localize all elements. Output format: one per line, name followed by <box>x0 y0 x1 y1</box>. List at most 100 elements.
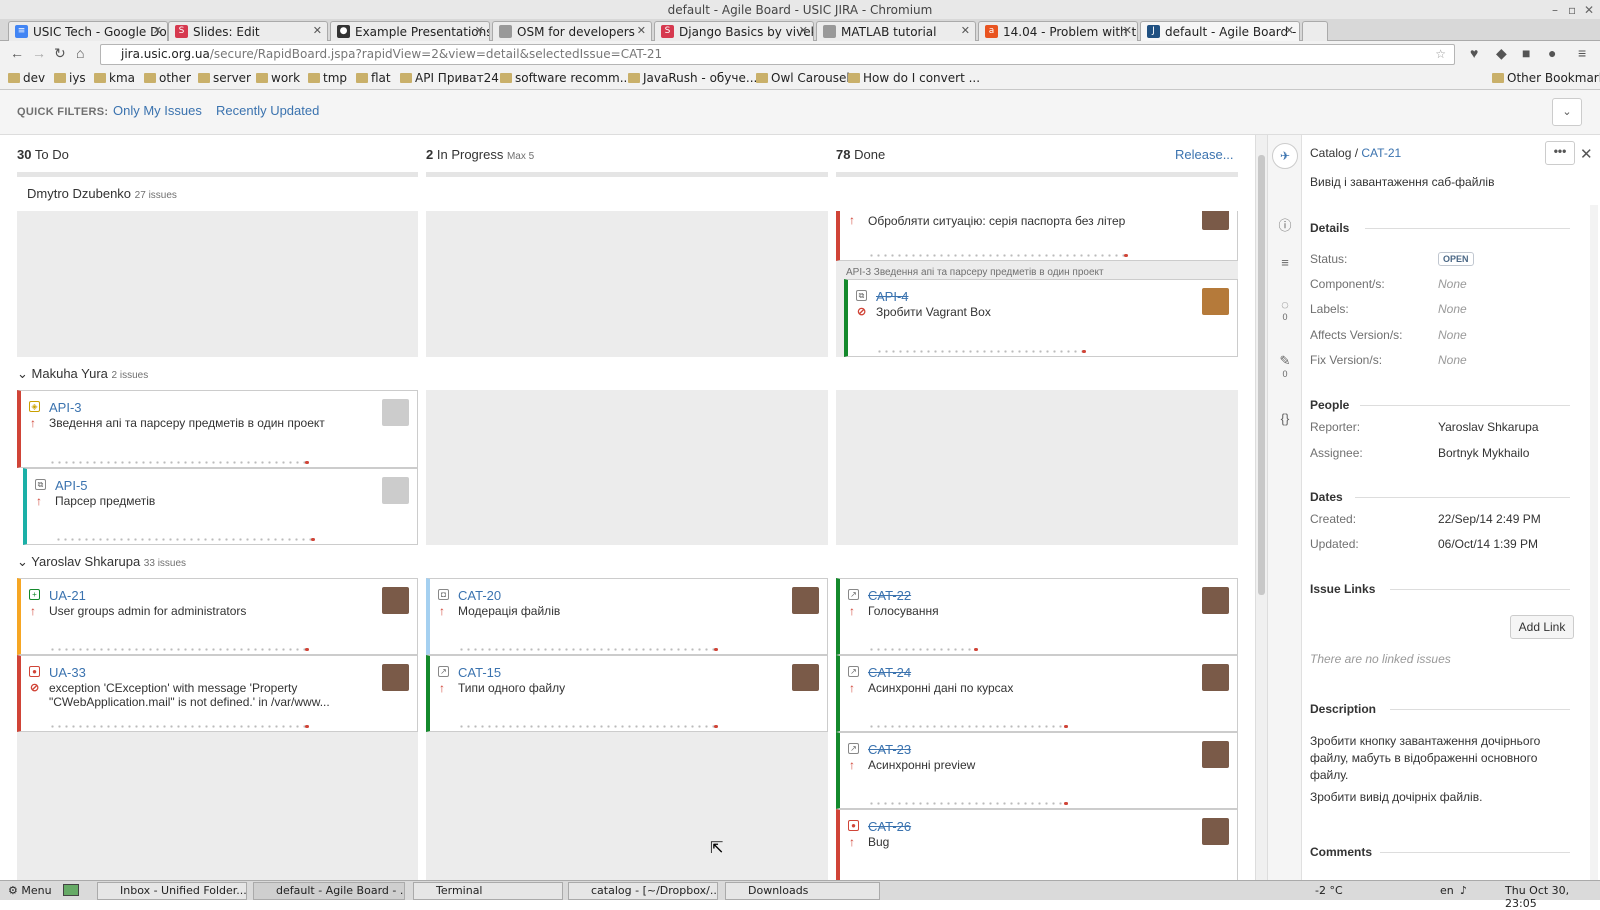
description-text[interactable]: Зробити вивід дочірніх файлів. <box>1310 790 1482 804</box>
assignee-value[interactable]: Bortnyk Mykhailo <box>1438 446 1529 460</box>
clock[interactable]: Thu Oct 30, 23:05 <box>1505 884 1600 910</box>
bookmark-software[interactable]: software recomm... <box>500 71 631 85</box>
bookmark-star-icon[interactable]: ☆ <box>1435 45 1446 64</box>
close-window-icon[interactable]: ✕ <box>1584 0 1594 20</box>
maximize-icon[interactable]: ▫ <box>1568 0 1576 20</box>
description-icon[interactable]: ≡ <box>1277 255 1293 270</box>
issue-card[interactable]: ● UA-33 ⊘ exception 'CException' with me… <box>17 655 418 732</box>
card-key[interactable]: CAT-22 <box>868 588 911 603</box>
issue-card[interactable]: ↑ Обробляти ситуацію: серія паспорта без… <box>836 211 1238 261</box>
field-value[interactable]: None <box>1438 302 1467 316</box>
issue-card[interactable]: ↗ CAT-22 ↑ Голосування <box>836 578 1238 655</box>
add-link-button[interactable]: Add Link <box>1510 615 1574 639</box>
tab-matlab[interactable]: MATLAB tutorial ✕ <box>816 21 976 41</box>
swimlane-header[interactable]: ⌄ Yaroslav Shkarupa 33 issues <box>17 554 186 570</box>
bookmark-iys[interactable]: iys <box>54 71 86 85</box>
card-key[interactable]: API-5 <box>55 478 88 493</box>
menu-button[interactable]: ⚙ Menu <box>8 884 52 897</box>
extension-icon[interactable]: ◆ <box>1496 45 1507 62</box>
card-key[interactable]: API-3 <box>49 400 82 415</box>
bookmark-kma[interactable]: kma <box>94 71 135 85</box>
field-value[interactable]: None <box>1438 277 1467 291</box>
tab-close-icon[interactable]: ✕ <box>961 22 970 40</box>
swimlane-header[interactable]: Dmytro Dzubenko 27 issues <box>27 186 177 201</box>
tab-github[interactable]: ● Example Presentations ✕ <box>330 21 490 41</box>
tab-django[interactable]: S Django Basics by vivek ✕ <box>654 21 814 41</box>
collapse-chevron-icon[interactable]: ⌄ <box>1552 98 1582 126</box>
tab-close-icon[interactable]: ✕ <box>637 22 646 40</box>
menu-icon[interactable]: ≡ <box>1578 45 1586 61</box>
taskbar-item-browser[interactable]: default - Agile Board - ... <box>253 882 405 900</box>
issue-card[interactable]: ◈ API-3 ↑ Зведення апі та парсеру предме… <box>17 390 418 468</box>
description-text[interactable]: Зробити кнопку завантаження дочірнього ф… <box>1310 733 1555 784</box>
more-actions-button[interactable]: ••• <box>1545 141 1575 165</box>
tab-osm[interactable]: OSM for developers ✕ <box>492 21 652 41</box>
new-tab-button[interactable] <box>1302 21 1328 41</box>
issue-card[interactable]: + UA-21 ↑ User groups admin for administ… <box>17 578 418 655</box>
issue-card[interactable]: ⧉ API-4 ⊘ Зробити Vagrant Box <box>844 279 1238 357</box>
issue-key-link[interactable]: CAT-21 <box>1361 146 1401 160</box>
tab-slides[interactable]: S Slides: Edit ✕ <box>168 21 328 41</box>
extension-icon[interactable]: ■ <box>1522 45 1530 61</box>
taskbar-item-inbox[interactable]: Inbox - Unified Folder... <box>97 882 247 900</box>
forward-icon[interactable]: → <box>32 45 46 61</box>
bookmark-other-bookmarks[interactable]: Other Bookmarks <box>1492 71 1600 85</box>
reporter-value[interactable]: Yaroslav Shkarupa <box>1438 420 1539 434</box>
field-value[interactable]: None <box>1438 353 1467 367</box>
desktop-icon[interactable] <box>63 884 79 896</box>
card-key[interactable]: CAT-20 <box>458 588 501 603</box>
back-icon[interactable]: ← <box>10 45 24 61</box>
bookmark-convert[interactable]: How do I convert ... <box>848 71 980 85</box>
home-icon[interactable]: ⌂ <box>76 45 84 61</box>
tab-close-icon[interactable]: ✕ <box>1285 22 1294 40</box>
comments-icon[interactable]: ◌ 0 <box>1277 297 1293 322</box>
card-key[interactable]: CAT-26 <box>868 819 911 834</box>
volume-icon[interactable]: ♪ <box>1460 884 1467 897</box>
card-key[interactable]: API-4 <box>876 289 909 304</box>
filter-only-my-issues[interactable]: Only My Issues <box>113 103 202 118</box>
issue-card[interactable]: ● CAT-26 ↑ Bug <box>836 809 1238 880</box>
issue-card[interactable]: ↗ CAT-23 ↑ Асинхронні preview <box>836 732 1238 809</box>
tab-close-icon[interactable]: ✕ <box>475 22 484 40</box>
tab-agile-board[interactable]: Jdefault - Agile Board - U ✕ <box>1140 21 1300 41</box>
board-scrollbar[interactable] <box>1255 135 1267 880</box>
bookmark-privat24[interactable]: API Приват24 <box>400 71 499 85</box>
tab-close-icon[interactable]: ✕ <box>313 22 322 40</box>
card-key[interactable]: CAT-23 <box>868 742 911 757</box>
bookmark-tmp[interactable]: tmp <box>308 71 347 85</box>
keyboard-layout[interactable]: en <box>1440 884 1454 897</box>
minimize-icon[interactable]: – <box>1552 0 1558 20</box>
taskbar-item-catalog[interactable]: catalog - [~/Dropbox/... <box>568 882 718 900</box>
reload-icon[interactable]: ↻ <box>54 45 66 62</box>
pocket-icon[interactable]: ♥ <box>1470 45 1478 61</box>
dev-icon[interactable]: {} <box>1277 411 1293 426</box>
info-icon[interactable]: ⓘ <box>1277 215 1293 234</box>
status-badge[interactable]: OPEN <box>1438 252 1474 266</box>
issue-card[interactable]: ↗ CAT-15 ↑ Типи одного файлу <box>426 655 828 732</box>
card-key[interactable]: CAT-15 <box>458 665 501 680</box>
card-key[interactable]: CAT-24 <box>868 665 911 680</box>
tab-askubuntu[interactable]: a 14.04 - Problem with th ✕ <box>978 21 1138 41</box>
field-value[interactable]: None <box>1438 328 1467 342</box>
address-bar[interactable]: jira.usic.org.ua/secure/RapidBoard.jspa?… <box>100 44 1455 65</box>
bookmark-javarush[interactable]: JavaRush - обуче... <box>628 71 757 85</box>
tab-close-icon[interactable]: ✕ <box>1123 22 1132 40</box>
issue-card[interactable]: ↗ CAT-24 ↑ Асинхронні дані по курсах <box>836 655 1238 732</box>
card-key[interactable]: UA-21 <box>49 588 86 603</box>
bookmark-server[interactable]: server <box>198 71 251 85</box>
swimlane-header[interactable]: ⌄ Makuha Yura 2 issues <box>17 366 148 382</box>
close-panel-icon[interactable]: ✕ <box>1580 145 1593 163</box>
bookmark-other[interactable]: other <box>144 71 191 85</box>
bookmark-work[interactable]: work <box>256 71 300 85</box>
tab-close-icon[interactable]: ✕ <box>153 22 162 40</box>
bookmark-flat[interactable]: flat <box>356 71 391 85</box>
tab-close-icon[interactable]: ✕ <box>799 22 808 40</box>
taskbar-item-terminal[interactable]: Terminal <box>413 882 563 900</box>
issue-card[interactable]: ⧉ API-5 ↑ Парсер предметів <box>23 468 418 545</box>
scrollbar-thumb[interactable] <box>1258 155 1265 595</box>
taskbar-item-downloads[interactable]: Downloads <box>725 882 880 900</box>
release-link[interactable]: Release... <box>1175 147 1234 162</box>
tab-google-doc[interactable]: ≡ USIC Tech - Google Doc ✕ <box>8 21 168 41</box>
filter-recently-updated[interactable]: Recently Updated <box>216 103 319 118</box>
weather-text[interactable]: -2 °C <box>1315 884 1343 897</box>
